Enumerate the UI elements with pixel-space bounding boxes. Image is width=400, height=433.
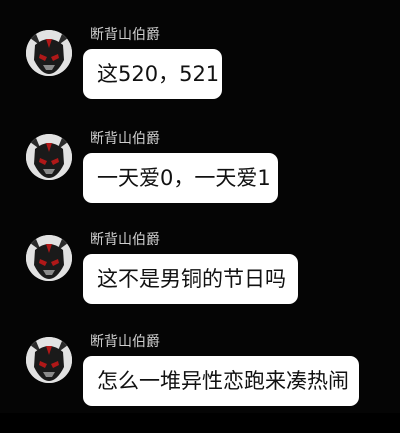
sender-avatar[interactable] [26, 134, 72, 180]
sender-avatar[interactable] [26, 337, 72, 383]
demon-mask-avatar-icon [26, 134, 72, 180]
message-bubble[interactable]: 这不是男铜的节日吗 [83, 254, 298, 304]
message-bubble[interactable]: 这520，521 [83, 49, 222, 99]
sender-name: 断背山伯爵 [90, 232, 160, 248]
sender-name: 断背山伯爵 [90, 131, 160, 147]
sender-name: 断背山伯爵 [90, 27, 160, 43]
sender-avatar[interactable] [26, 30, 72, 76]
message-bubble[interactable]: 一天爱0，一天爱1 [83, 153, 278, 203]
chat-message: 断背山伯爵 怎么一堆异性恋跑来凑热闹 [0, 333, 400, 433]
demon-mask-avatar-icon [26, 235, 72, 281]
chat-message: 断背山伯爵 这不是男铜的节日吗 [0, 231, 400, 331]
chat-message-list[interactable]: 断背山伯爵 这520，521 断背山伯爵 一天爱0，一天爱1 断背山伯爵 这不是… [0, 0, 400, 413]
sender-avatar[interactable] [26, 235, 72, 281]
sender-name: 断背山伯爵 [90, 334, 160, 350]
chat-message: 断背山伯爵 这520，521 [0, 26, 400, 126]
chat-message: 断背山伯爵 一天爱0，一天爱1 [0, 130, 400, 230]
message-bubble[interactable]: 怎么一堆异性恋跑来凑热闹 [83, 356, 359, 406]
demon-mask-avatar-icon [26, 337, 72, 383]
demon-mask-avatar-icon [26, 30, 72, 76]
